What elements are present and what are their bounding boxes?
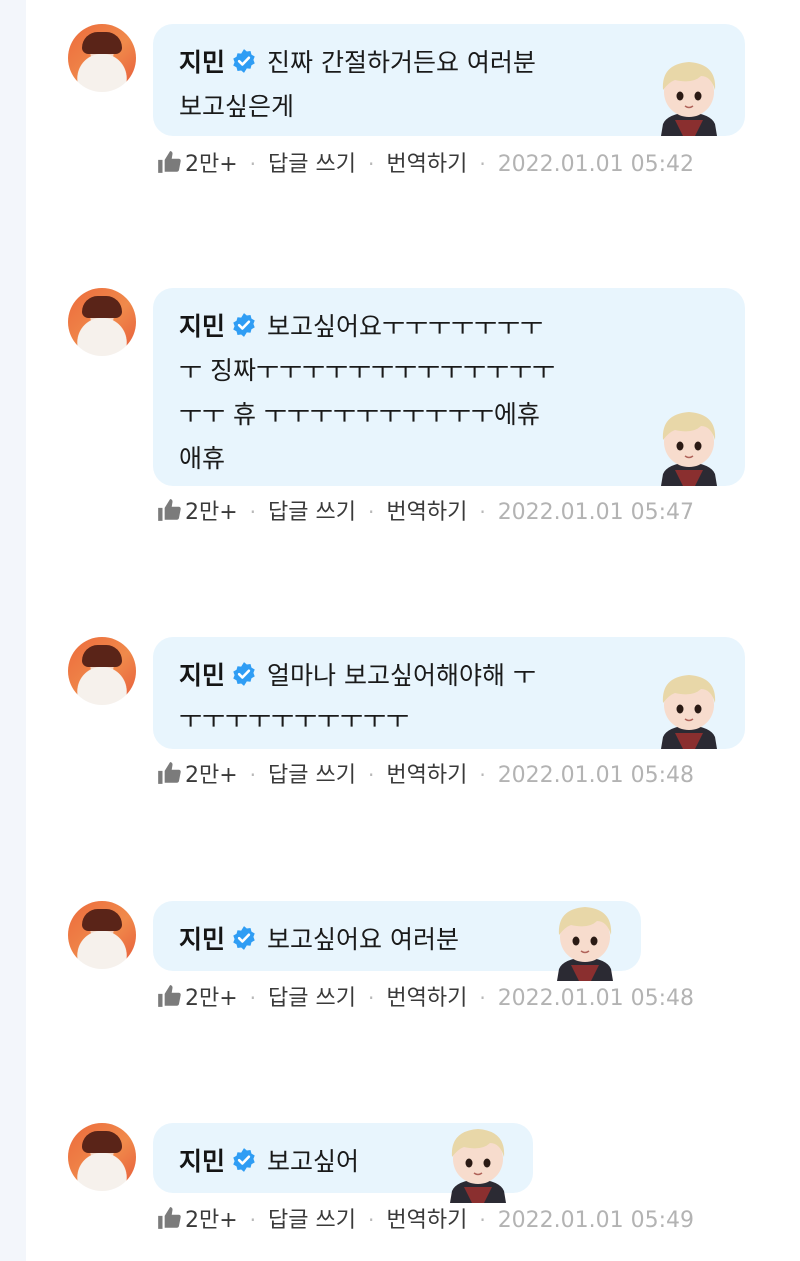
thumbs-up-icon[interactable] — [156, 983, 182, 1009]
like-count: 2만+ — [185, 1208, 238, 1233]
separator-dot: · — [249, 500, 257, 524]
avatar[interactable] — [68, 901, 136, 969]
thumbs-up-icon[interactable] — [156, 1205, 182, 1231]
verified-badge-icon — [233, 1148, 255, 1172]
thumbs-up-icon[interactable] — [156, 497, 182, 523]
separator-dot: · — [249, 1208, 257, 1232]
like-count: 2만+ — [185, 986, 238, 1011]
verified-badge-icon — [233, 926, 255, 950]
comment-actions: 2만+ · 답글 쓰기 · 번역하기 · 2022.01.01 05:48 — [156, 982, 694, 1014]
comment-text-line: 얼마나 보고싶어해야해 ㅜ — [267, 661, 536, 690]
separator-dot: · — [479, 500, 486, 524]
separator-dot: · — [479, 152, 486, 176]
translate-button[interactable]: 번역하기 — [386, 149, 467, 181]
separator-dot: · — [479, 986, 486, 1010]
like-count: 2만+ — [185, 152, 238, 177]
comment-text-line: ㅜㅜ 휴 ㅜㅜㅜㅜㅜㅜㅜㅜㅜㅜ에휴 — [179, 400, 540, 429]
author-name[interactable]: 지민 — [179, 661, 225, 690]
author-name[interactable]: 지민 — [179, 48, 225, 77]
timestamp: 2022.01.01 05:48 — [497, 986, 695, 1011]
chibi-sticker-icon — [661, 675, 717, 749]
separator-dot: · — [479, 763, 486, 787]
author-name[interactable]: 지민 — [179, 925, 225, 954]
timestamp: 2022.01.01 05:48 — [497, 763, 695, 788]
separator-dot: · — [368, 500, 375, 524]
separator-dot: · — [249, 986, 257, 1010]
translate-button[interactable]: 번역하기 — [386, 497, 467, 529]
thumbs-up-icon[interactable] — [156, 760, 182, 786]
avatar[interactable] — [68, 1123, 136, 1191]
comment-text-line: 보고싶은게 — [179, 92, 295, 121]
reply-button[interactable]: 답글 쓰기 — [268, 760, 356, 792]
comment-text-line: ㅜ 징짜ㅜㅜㅜㅜㅜㅜㅜㅜㅜㅜㅜㅜㅜ — [179, 356, 555, 385]
verified-badge-icon — [233, 313, 255, 337]
comment-text-line: ㅜㅜㅜㅜㅜㅜㅜㅜㅜㅜ — [179, 705, 410, 734]
separator-dot: · — [368, 152, 375, 176]
timestamp: 2022.01.01 05:49 — [497, 1208, 695, 1233]
comment-text-line: 보고싶어 — [267, 1147, 360, 1176]
translate-button[interactable]: 번역하기 — [386, 760, 467, 792]
comment-text-line: 보고싶어요ㅜㅜㅜㅜㅜㅜㅜ — [267, 312, 544, 341]
separator-dot: · — [249, 763, 257, 787]
comment-text-line: 애휴 — [179, 444, 226, 473]
avatar[interactable] — [68, 24, 136, 92]
reply-button[interactable]: 답글 쓰기 — [268, 983, 356, 1015]
comment-text-line: 보고싶어요 여러분 — [267, 925, 459, 954]
chibi-sticker-icon — [661, 62, 717, 136]
comment-actions: 2만+ · 답글 쓰기 · 번역하기 · 2022.01.01 05:48 — [156, 759, 694, 791]
comment-actions: 2만+ · 답글 쓰기 · 번역하기 · 2022.01.01 05:42 — [156, 148, 694, 180]
author-name[interactable]: 지민 — [179, 1147, 225, 1176]
separator-dot: · — [368, 986, 375, 1010]
left-edge-strip — [0, 0, 26, 1261]
avatar[interactable] — [68, 288, 136, 356]
verified-badge-icon — [233, 662, 255, 686]
comment-actions: 2만+ · 답글 쓰기 · 번역하기 · 2022.01.01 05:49 — [156, 1204, 694, 1236]
separator-dot: · — [249, 152, 257, 176]
separator-dot: · — [368, 763, 375, 787]
timestamp: 2022.01.01 05:42 — [497, 152, 695, 177]
chibi-sticker-icon — [450, 1129, 506, 1203]
reply-button[interactable]: 답글 쓰기 — [268, 149, 356, 181]
separator-dot: · — [479, 1208, 486, 1232]
comment-text-line: 진짜 간절하거든요 여러분 — [267, 48, 536, 77]
translate-button[interactable]: 번역하기 — [386, 1205, 467, 1237]
reply-button[interactable]: 답글 쓰기 — [268, 497, 356, 529]
author-name[interactable]: 지민 — [179, 312, 225, 341]
like-count: 2만+ — [185, 763, 238, 788]
avatar[interactable] — [68, 637, 136, 705]
translate-button[interactable]: 번역하기 — [386, 983, 467, 1015]
chibi-sticker-icon — [557, 907, 613, 981]
verified-badge-icon — [233, 49, 255, 73]
reply-button[interactable]: 답글 쓰기 — [268, 1205, 356, 1237]
comment-actions: 2만+ · 답글 쓰기 · 번역하기 · 2022.01.01 05:47 — [156, 496, 694, 528]
chibi-sticker-icon — [661, 412, 717, 486]
timestamp: 2022.01.01 05:47 — [497, 500, 695, 525]
like-count: 2만+ — [185, 500, 238, 525]
thumbs-up-icon[interactable] — [156, 149, 182, 175]
separator-dot: · — [368, 1208, 375, 1232]
